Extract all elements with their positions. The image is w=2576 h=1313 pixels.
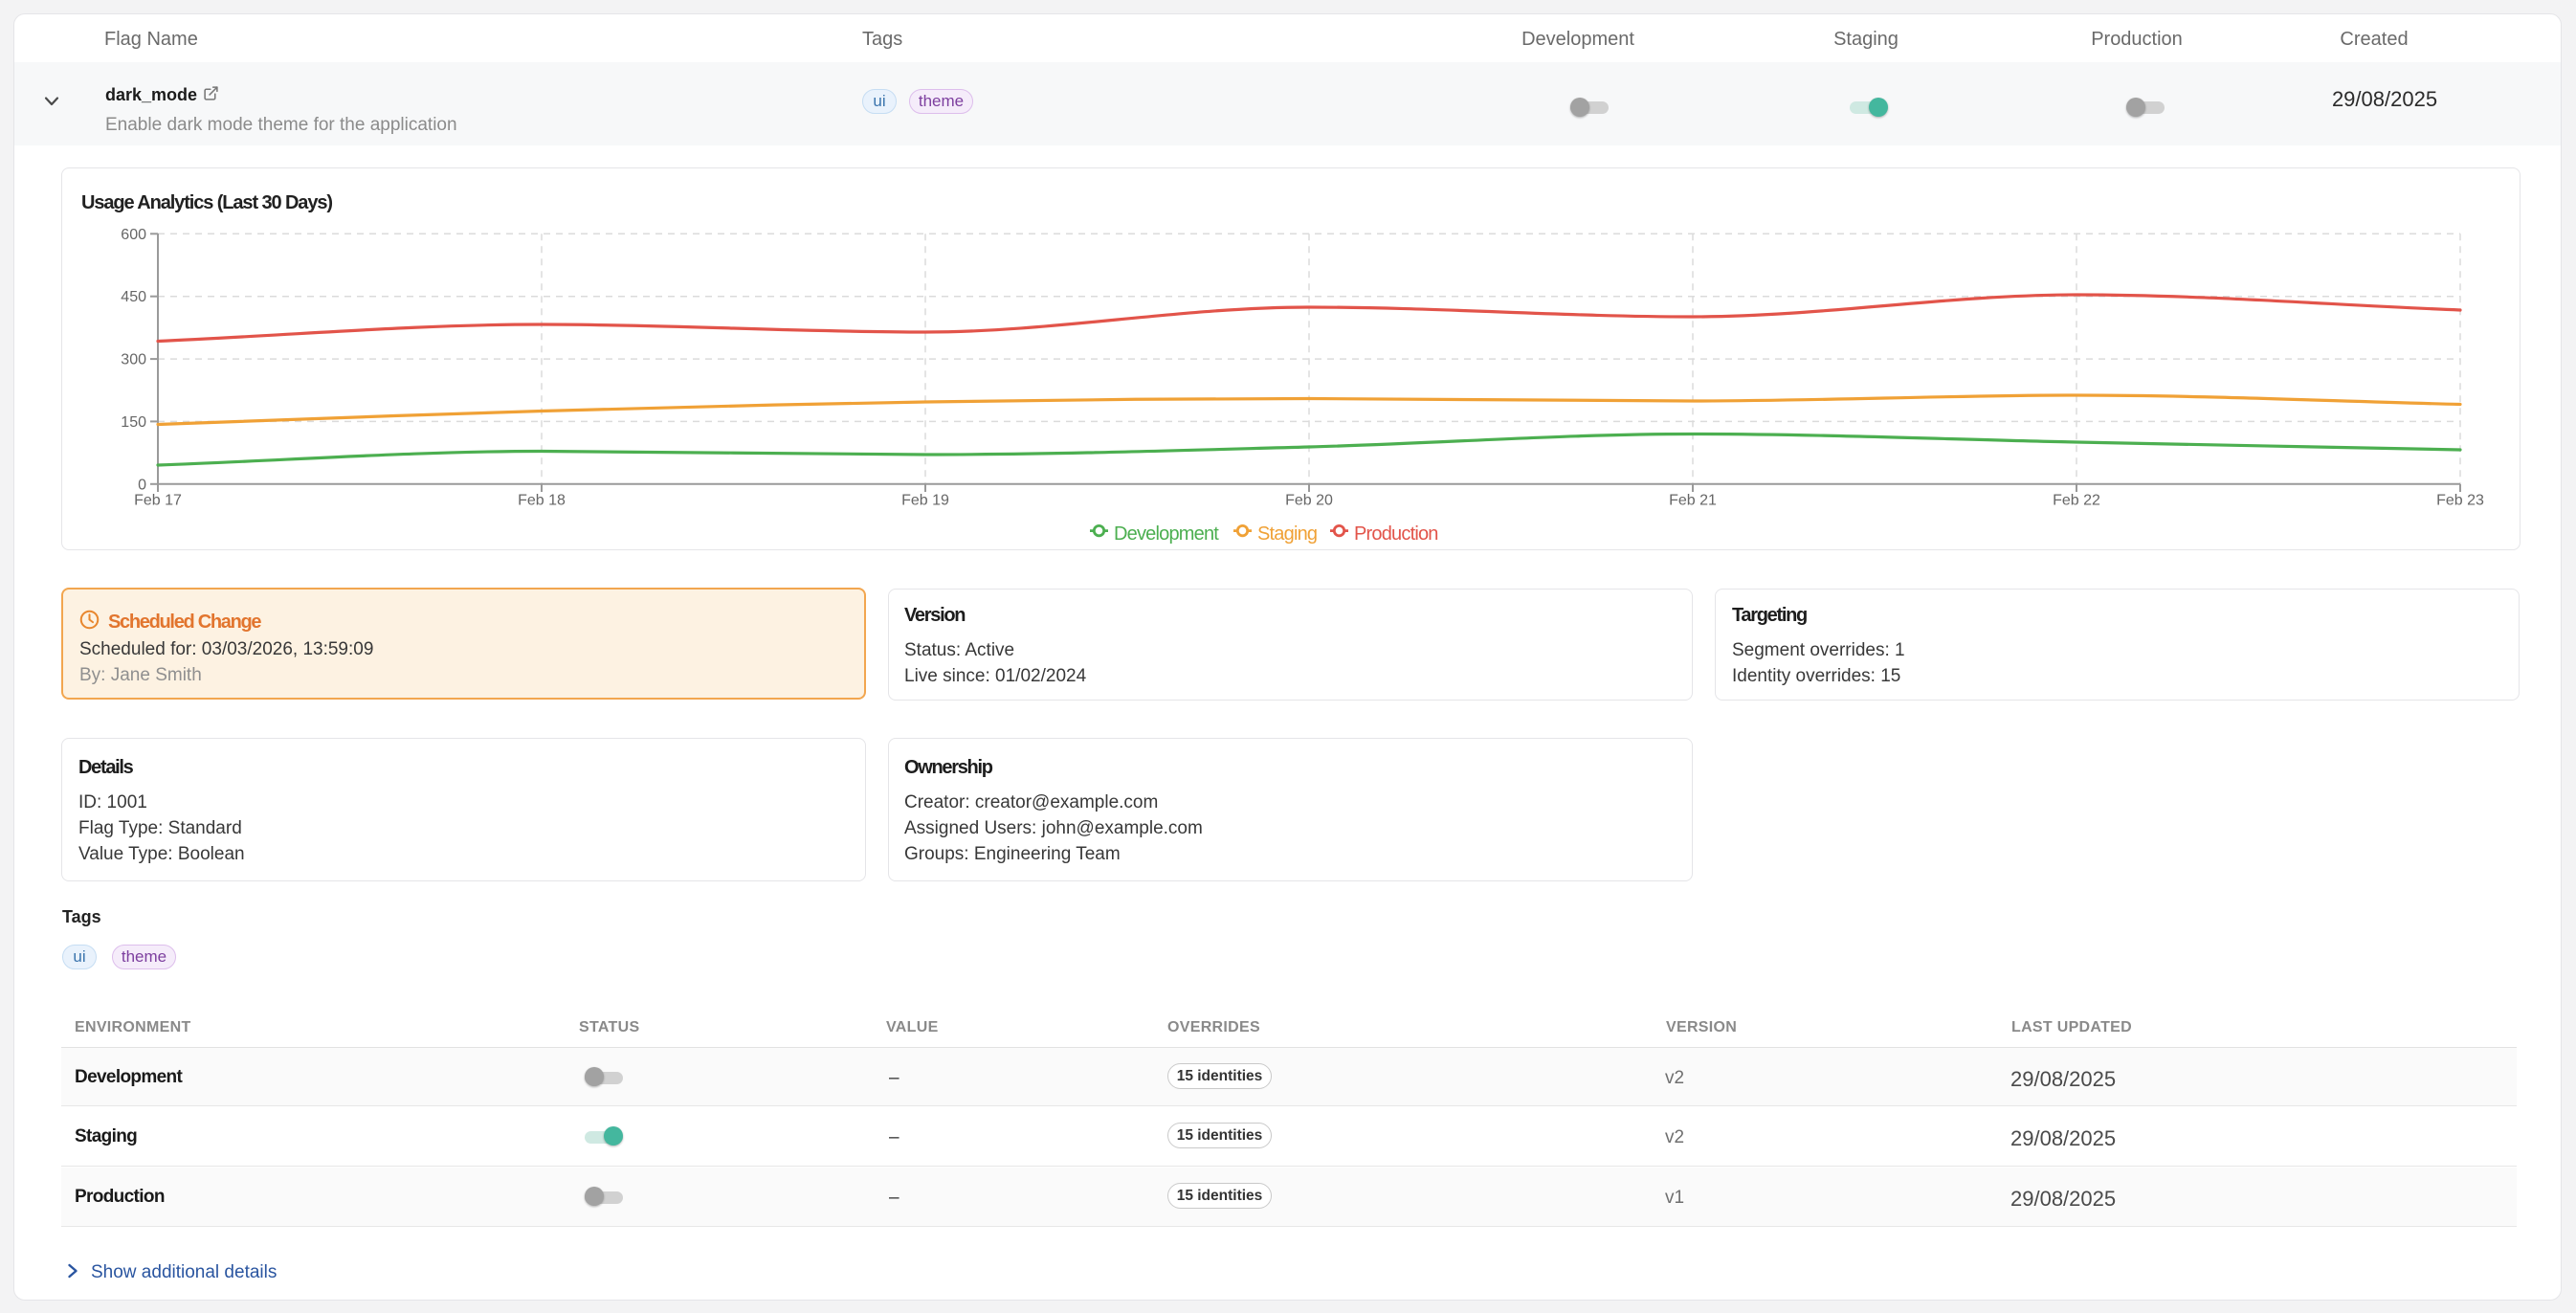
svg-text:Feb 22: Feb 22 — [2053, 493, 2100, 509]
svg-text:Feb 21: Feb 21 — [1669, 493, 1717, 509]
svg-text:450: 450 — [121, 289, 146, 305]
svg-text:Feb 17: Feb 17 — [134, 493, 182, 509]
svg-text:Development: Development — [1114, 523, 1219, 545]
svg-text:Feb 20: Feb 20 — [1285, 493, 1333, 509]
svg-text:600: 600 — [121, 227, 146, 243]
svg-text:Feb 19: Feb 19 — [901, 493, 949, 509]
svg-text:0: 0 — [138, 477, 146, 493]
svg-text:Feb 23: Feb 23 — [2436, 493, 2484, 509]
svg-text:Production: Production — [1354, 523, 1438, 545]
svg-text:Feb 18: Feb 18 — [518, 493, 566, 509]
svg-text:300: 300 — [121, 352, 146, 368]
svg-text:150: 150 — [121, 414, 146, 431]
svg-text:Staging: Staging — [1257, 523, 1317, 545]
